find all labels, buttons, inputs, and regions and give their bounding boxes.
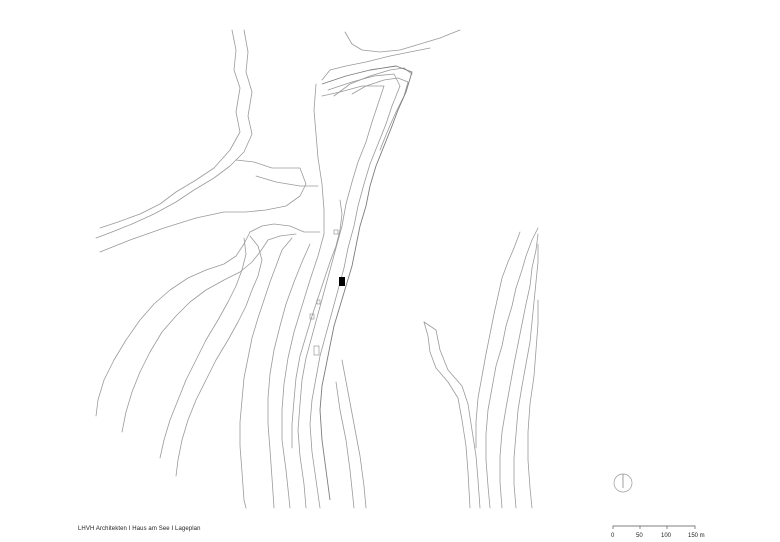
north-arrow-icon [613,473,633,493]
contour-lines-shore [281,65,413,509]
outbuilding [333,229,339,235]
outbuilding [313,345,320,356]
contour-lines-north [95,29,461,253]
site-plan-map: 0 50 100 150 m [95,29,705,539]
scale-bar: 0 50 100 150 m [611,525,705,539]
scale-label-50: 50 [636,533,643,539]
scale-label-150: 150 m [688,533,705,539]
scale-label-0: 0 [611,533,615,539]
contour-lines-east [423,227,539,509]
scale-label-100: 100 [661,533,672,539]
plan-caption: LHVH Architekten I Haus am See I Lagepla… [78,526,201,532]
site-structures [309,229,345,356]
house-footprint [339,277,345,286]
